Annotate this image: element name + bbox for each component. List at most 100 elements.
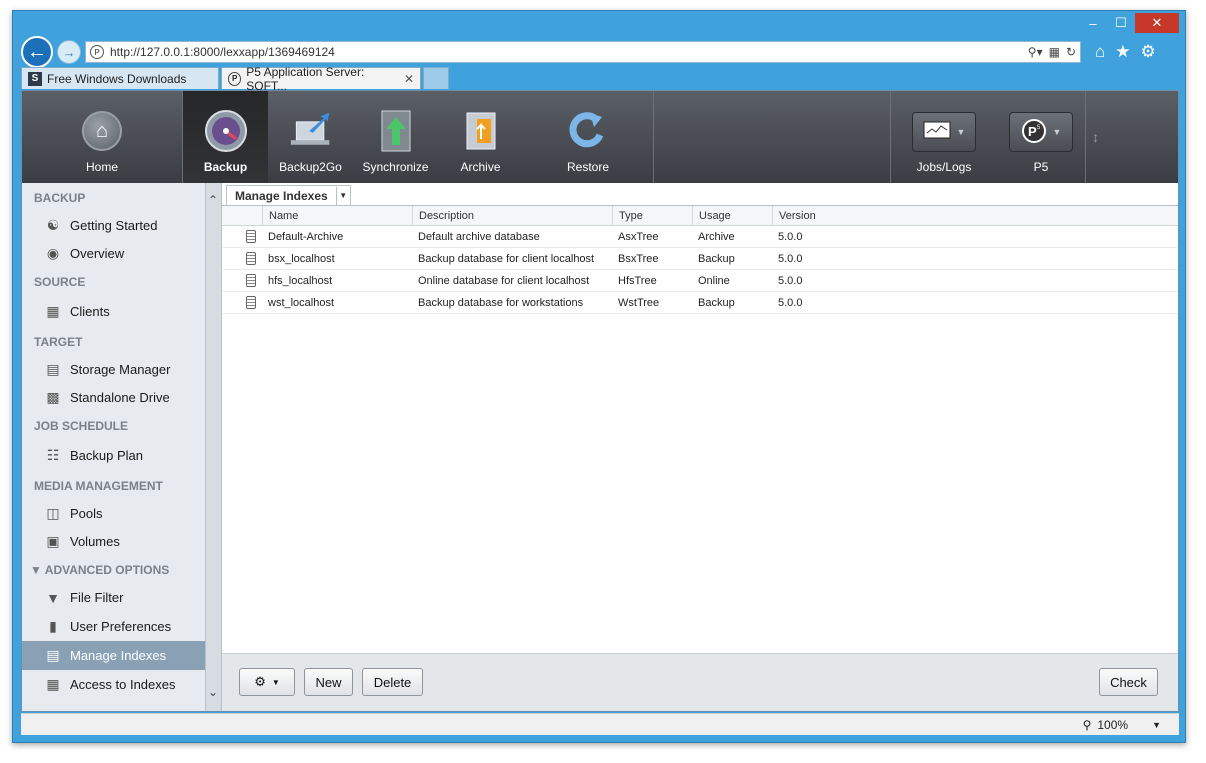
settings-menu-button[interactable]: ⚙ ▼ xyxy=(239,668,295,696)
toolbar-restore[interactable]: Restore xyxy=(523,91,653,183)
sidebar-item-overview[interactable]: ◉ Overview xyxy=(22,239,205,267)
column-header-type[interactable]: Type xyxy=(612,206,692,225)
cell-name: wst_localhost xyxy=(268,296,335,309)
chevron-down-icon[interactable]: ▼ xyxy=(1152,720,1161,730)
sidebar-item-storage-manager[interactable]: ▤ Storage Manager xyxy=(22,355,205,383)
browser-tabs: S Free Windows Downloads P P5 Applicatio… xyxy=(21,65,451,93)
address-bar: ← → P http://127.0.0.1:8000/lexxapp/1369… xyxy=(21,36,1179,68)
scroll-up-icon[interactable]: ⌃ xyxy=(208,193,218,207)
zoom-level[interactable]: 100% xyxy=(1097,718,1128,732)
sidebar-item-standalone-drive[interactable]: ▩ Standalone Drive xyxy=(22,383,205,411)
sidebar-item-access-to-indexes[interactable]: ▦ Access to Indexes xyxy=(22,670,205,699)
back-button[interactable]: ← xyxy=(21,36,53,68)
status-bar: ⚲ 100% ▼ xyxy=(21,713,1179,735)
cell-type: WstTree xyxy=(618,296,660,309)
sidebar-section-target: TARGET xyxy=(34,335,83,349)
toolbar-backup2go[interactable]: Backup2Go xyxy=(268,91,353,183)
toolbar-home[interactable]: ⌂ Home xyxy=(22,91,182,183)
sidebar-item-label: Access to Indexes xyxy=(70,677,176,692)
chevron-down-icon[interactable]: ▼ xyxy=(335,186,350,205)
collapse-triangle-icon: ▼ xyxy=(30,563,42,577)
browser-window: ‒ ☐ ✕ ← → P http://127.0.0.1:8000/lexxap… xyxy=(12,10,1186,743)
chevron-down-icon: ▼ xyxy=(271,677,280,687)
p5-dropdown[interactable]: P5 ▼ xyxy=(1009,112,1073,152)
table-row[interactable]: bsx_localhost Backup database for client… xyxy=(222,248,1178,270)
sidebar-item-label: Storage Manager xyxy=(70,361,171,377)
cell-usage: Backup xyxy=(698,296,735,309)
toolbar-archive[interactable]: Archive xyxy=(438,91,523,183)
toolbar-backup[interactable]: Backup xyxy=(183,91,268,183)
close-tab-icon[interactable]: ✕ xyxy=(404,72,414,86)
sidebar-item-getting-started[interactable]: ☯ Getting Started xyxy=(22,211,205,239)
sidebar-item-backup-plan[interactable]: ☷ Backup Plan xyxy=(22,439,205,471)
standalone-drive-icon: ▩ xyxy=(46,388,60,405)
scroll-down-icon[interactable]: ⌄ xyxy=(208,685,218,699)
storage-manager-icon: ▤ xyxy=(46,360,60,377)
pools-icon: ◫ xyxy=(46,504,60,521)
sidebar-scrollbar[interactable]: ⌃ ⌄ xyxy=(206,183,222,711)
url-field[interactable]: P http://127.0.0.1:8000/lexxapp/13694691… xyxy=(85,41,1081,63)
toolbar-collapse-handle[interactable]: ↕ xyxy=(1086,91,1178,183)
check-button[interactable]: Check xyxy=(1099,668,1158,696)
overview-gauge-icon: ◉ xyxy=(46,244,60,261)
toolbar-jobs-logs[interactable]: ▼ Jobs/Logs xyxy=(891,91,997,183)
favorites-star-icon[interactable]: ★ xyxy=(1115,42,1130,62)
sidebar-item-label: Clients xyxy=(70,303,110,319)
toolbar-synchronize[interactable]: Synchronize xyxy=(353,91,438,183)
sidebar-section-source: SOURCE xyxy=(34,275,86,289)
compat-view-icon[interactable]: ▦ xyxy=(1049,45,1060,59)
table-row[interactable]: wst_localhost Backup database for workst… xyxy=(222,292,1178,314)
sidebar-section-backup: BACKUP xyxy=(34,191,86,205)
sidebar: BACKUP ☯ Getting Started ◉ Overview SOUR… xyxy=(22,183,206,711)
softpedia-favicon-icon: S xyxy=(28,71,42,86)
sidebar-item-label: Overview xyxy=(70,245,125,261)
column-header-version[interactable]: Version xyxy=(772,206,872,225)
toolbar-label: Synchronize xyxy=(362,160,429,174)
monitor-graph-icon xyxy=(923,121,951,144)
view-tab-manage-indexes[interactable]: Manage Indexes ▼ xyxy=(226,185,351,205)
delete-button[interactable]: Delete xyxy=(362,668,423,696)
cell-description: Default archive database xyxy=(418,230,540,243)
toolbar-label: Home xyxy=(85,160,118,174)
tab-p5-application-server[interactable]: P P5 Application Server: SOFT... ✕ xyxy=(221,65,421,93)
sidebar-item-pools[interactable]: ◫ Pools xyxy=(22,499,205,527)
cell-name: hfs_localhost xyxy=(268,274,333,287)
table-row[interactable]: Default-Archive Default archive database… xyxy=(222,226,1178,248)
column-header-name[interactable]: Name xyxy=(262,206,412,225)
tab-free-windows-downloads[interactable]: S Free Windows Downloads xyxy=(21,67,219,89)
indexes-table: Name Description Type Usage Version Defa… xyxy=(222,205,1178,314)
sidebar-item-volumes[interactable]: ▣ Volumes xyxy=(22,527,205,555)
settings-gear-icon[interactable]: ⚙ xyxy=(1141,42,1156,62)
jobs-logs-dropdown[interactable]: ▼ xyxy=(912,112,976,152)
sidebar-section-advanced-options[interactable]: ▼ ADVANCED OPTIONS xyxy=(22,555,205,583)
maximize-button[interactable]: ☐ xyxy=(1107,13,1135,33)
toolbar-label: Jobs/Logs xyxy=(916,160,972,174)
cell-type: BsxTree xyxy=(618,252,659,265)
refresh-icon[interactable]: ↻ xyxy=(1066,45,1076,59)
sidebar-item-label: User Preferences xyxy=(70,619,172,634)
database-icon xyxy=(222,270,262,291)
new-button[interactable]: New xyxy=(304,668,353,696)
column-header-description[interactable]: Description xyxy=(412,206,612,225)
page-content: ⌂ Home Backup Backup2Go Synchronize Arch… xyxy=(21,90,1179,712)
forward-button[interactable]: → xyxy=(57,40,81,64)
sidebar-item-file-filter[interactable]: ▼ File Filter xyxy=(22,583,205,612)
clients-icon: ▦ xyxy=(46,302,60,319)
sidebar-item-clients[interactable]: ▦ Clients xyxy=(22,295,205,327)
close-window-button[interactable]: ✕ xyxy=(1135,13,1179,33)
sidebar-item-user-preferences[interactable]: ▮ User Preferences xyxy=(22,612,205,641)
sidebar-item-manage-indexes[interactable]: ▤ Manage Indexes xyxy=(22,641,205,670)
access-indexes-icon: ▦ xyxy=(46,676,60,692)
sidebar-item-label: Standalone Drive xyxy=(70,389,170,405)
toolbar-p5[interactable]: P5 ▼ P5 xyxy=(997,91,1085,183)
cell-version: 5.0.0 xyxy=(778,230,803,243)
home-page-icon[interactable]: ⌂ xyxy=(1095,42,1105,62)
toolbar-right: ▼ Jobs/Logs P5 ▼ P5 ↕ xyxy=(890,91,1178,183)
column-header-usage[interactable]: Usage xyxy=(692,206,772,225)
database-icon: ▤ xyxy=(46,647,60,663)
preferences-icon: ▮ xyxy=(49,618,57,634)
new-tab-button[interactable] xyxy=(423,67,449,89)
search-icon[interactable]: ⚲▾ xyxy=(1028,45,1043,59)
table-row[interactable]: hfs_localhost Online database for client… xyxy=(222,270,1178,292)
minimize-button[interactable]: ‒ xyxy=(1079,13,1107,33)
